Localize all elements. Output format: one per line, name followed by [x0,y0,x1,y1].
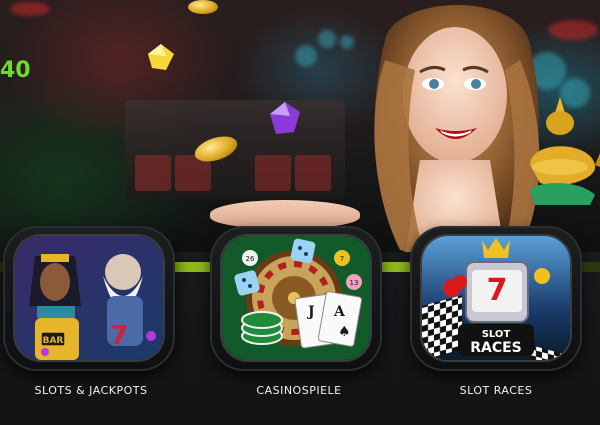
counter-text: 40 [0,58,31,83]
svg-text:J: J [306,304,315,320]
tile-image: 26 7 13 J A ♠ [222,236,370,360]
category-tile-slots-jackpots[interactable]: BAR 7 [3,226,175,371]
slot-races-badge-line2: RACES [470,340,522,356]
category-tile-slot-races[interactable]: 7 SLOT RACES [410,226,582,371]
svg-text:26: 26 [246,255,255,263]
yellow-gem-icon [148,44,174,70]
genie-lamp-icon [530,97,600,205]
bokeh-light [318,30,336,48]
svg-text:7: 7 [340,255,344,263]
slot-machine-races-icon: 7 SLOT RACES [422,236,570,360]
roulette-and-cards-icon: 26 7 13 J A ♠ [222,236,370,360]
svg-text:A: A [333,304,346,320]
svg-text:13: 13 [350,279,359,287]
svg-text:7: 7 [487,273,508,308]
scoreboard-background [125,100,345,200]
category-label-slots-jackpots[interactable]: SLOTS & JACKPOTS [0,384,186,397]
hostess-hand [210,200,360,228]
purple-gem-icon [270,102,300,134]
gold-coin-icon [188,0,218,14]
category-tile-casinospiele[interactable]: 26 7 13 J A ♠ [210,226,382,371]
svg-text:7: 7 [110,321,128,351]
egyptian-queen-and-zeus-icon: BAR 7 [15,236,163,360]
tile-image: 7 SLOT RACES [422,236,570,360]
category-label-slot-races[interactable]: SLOT RACES [401,384,591,397]
bokeh-light [295,45,317,67]
bokeh-light [10,2,50,16]
category-label-casinospiele[interactable]: CASINOSPIELE [204,384,394,397]
slot-races-badge-line1: SLOT [482,329,511,340]
hero-banner[interactable]: 40 [0,0,600,255]
tile-image: BAR 7 [15,236,163,360]
svg-text:BAR: BAR [43,336,64,346]
svg-text:♠: ♠ [338,324,351,340]
